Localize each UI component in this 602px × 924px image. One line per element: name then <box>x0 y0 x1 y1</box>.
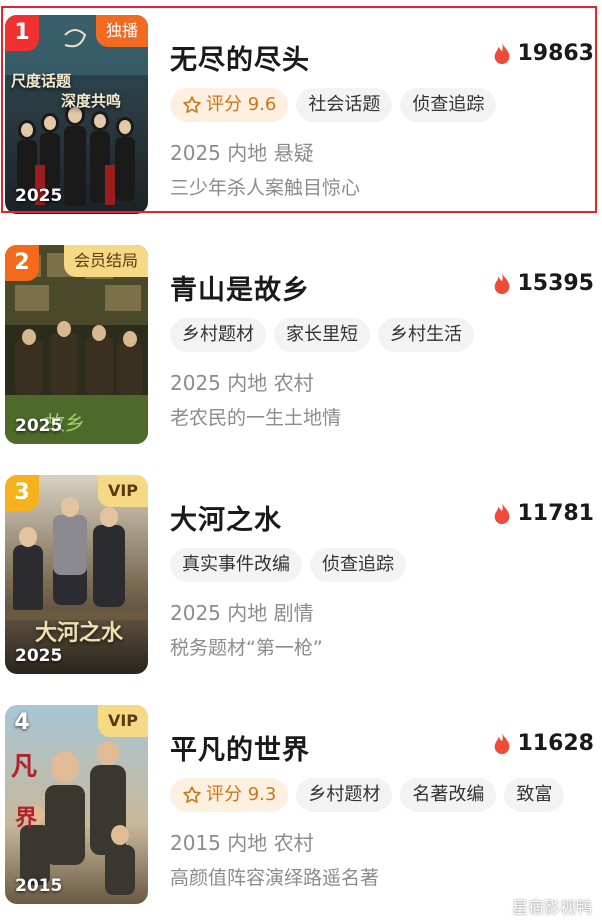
show-description: 三少年杀人案触目惊心 <box>170 177 361 199</box>
genre-tag[interactable]: 致富 <box>504 778 565 812</box>
flame-icon <box>495 272 510 294</box>
genre-tag[interactable]: 乡村题材 <box>170 318 266 352</box>
show-description: 高颜值阵容演绎路遥名著 <box>170 867 380 889</box>
tag-list: 评分 9.6 社会话题 侦查追踪 <box>170 88 497 122</box>
list-item[interactable]: 故乡 2 会员结局 2025 青山是故乡 15395 乡村题材 家长里短 乡村生… <box>0 230 602 444</box>
heat-score: 19863 <box>491 41 594 66</box>
show-title[interactable]: 青山是故乡 <box>170 268 310 307</box>
show-meta: 2015 内地 农村 <box>170 831 314 855</box>
flame-icon <box>495 42 510 64</box>
genre-tag[interactable]: 真实事件改编 <box>170 548 302 582</box>
svg-text:界: 界 <box>15 805 37 831</box>
heat-score: 15395 <box>491 271 594 296</box>
member-finale-badge: 会员结局 <box>63 245 148 277</box>
rank-badge: 2 <box>5 245 39 281</box>
genre-tag[interactable]: 名著改编 <box>400 778 497 812</box>
svg-text:凡: 凡 <box>11 752 37 782</box>
flame-icon <box>495 502 510 524</box>
heat-number: 19863 <box>517 41 594 66</box>
poster-year: 2025 <box>15 416 63 436</box>
vip-badge: VIP <box>97 475 148 507</box>
poster[interactable]: 尺度话题 深度共鸣 1 独播 2025 <box>5 15 148 214</box>
exclusive-badge: 独播 <box>95 15 148 47</box>
vip-badge: VIP <box>97 705 148 737</box>
show-meta: 2025 内地 农村 <box>170 371 314 395</box>
tag-list: 乡村题材 家长里短 乡村生活 <box>170 318 474 352</box>
heat-number: 11628 <box>517 731 594 756</box>
poster[interactable]: 故乡 2 会员结局 2025 <box>5 245 148 444</box>
poster-year: 2025 <box>15 186 63 206</box>
star-icon <box>183 96 201 113</box>
tag-list: 评分 9.3 乡村题材 名著改编 致富 <box>170 778 565 812</box>
genre-tag[interactable]: 乡村题材 <box>296 778 393 812</box>
poster[interactable]: 凡 界 4 VIP 2015 <box>5 705 148 904</box>
poster-art-title: 大河之水 <box>35 620 124 646</box>
star-icon <box>183 786 201 803</box>
genre-tag[interactable]: 家长里短 <box>274 318 370 352</box>
show-description: 老农民的一生土地情 <box>170 407 342 429</box>
poster-art-title: 尺度话题 深度共鸣 <box>11 72 122 110</box>
show-meta: 2025 内地 悬疑 <box>170 141 314 165</box>
genre-tag[interactable]: 社会话题 <box>296 88 393 122</box>
score-tag[interactable]: 评分 9.3 <box>170 778 289 812</box>
heat-number: 15395 <box>517 271 594 296</box>
rank-badge: 1 <box>5 15 39 51</box>
watermark: 星宿影视鸭 <box>511 898 592 917</box>
poster[interactable]: 大河之水 3 VIP 2025 <box>5 475 148 674</box>
tag-list: 真实事件改编 侦查追踪 <box>170 548 406 582</box>
genre-tag[interactable]: 侦查追踪 <box>400 88 497 122</box>
heat-number: 11781 <box>517 501 594 526</box>
rank-badge: 3 <box>5 475 39 511</box>
genre-tag[interactable]: 乡村生活 <box>378 318 474 352</box>
genre-tag[interactable]: 侦查追踪 <box>310 548 406 582</box>
poster-year: 2025 <box>15 646 63 666</box>
list-item[interactable]: 尺度话题 深度共鸣 1 独播 2025 无尽的尽头 19863 评分 9.6 社… <box>0 0 602 214</box>
score-label: 评分 9.6 <box>206 94 277 115</box>
list-item[interactable]: 大河之水 3 VIP 2025 大河之水 11781 真实事件改编 侦查追踪 2… <box>0 460 602 674</box>
show-title[interactable]: 大河之水 <box>170 498 282 537</box>
list-item[interactable]: 凡 界 4 VIP 2015 平凡的世界 11628 评分 9.3 乡村题材 名… <box>0 690 602 904</box>
poster-year: 2015 <box>15 876 63 896</box>
show-description: 税务题材“第一枪” <box>170 637 323 659</box>
show-title[interactable]: 平凡的世界 <box>170 728 310 767</box>
heat-score: 11781 <box>491 501 594 526</box>
heat-score: 11628 <box>491 731 594 756</box>
show-meta: 2025 内地 剧情 <box>170 601 314 625</box>
show-title[interactable]: 无尽的尽头 <box>170 38 310 77</box>
flame-icon <box>495 732 510 754</box>
score-label: 评分 9.3 <box>206 784 277 805</box>
score-tag[interactable]: 评分 9.6 <box>170 88 289 122</box>
rank-badge: 4 <box>14 710 30 735</box>
